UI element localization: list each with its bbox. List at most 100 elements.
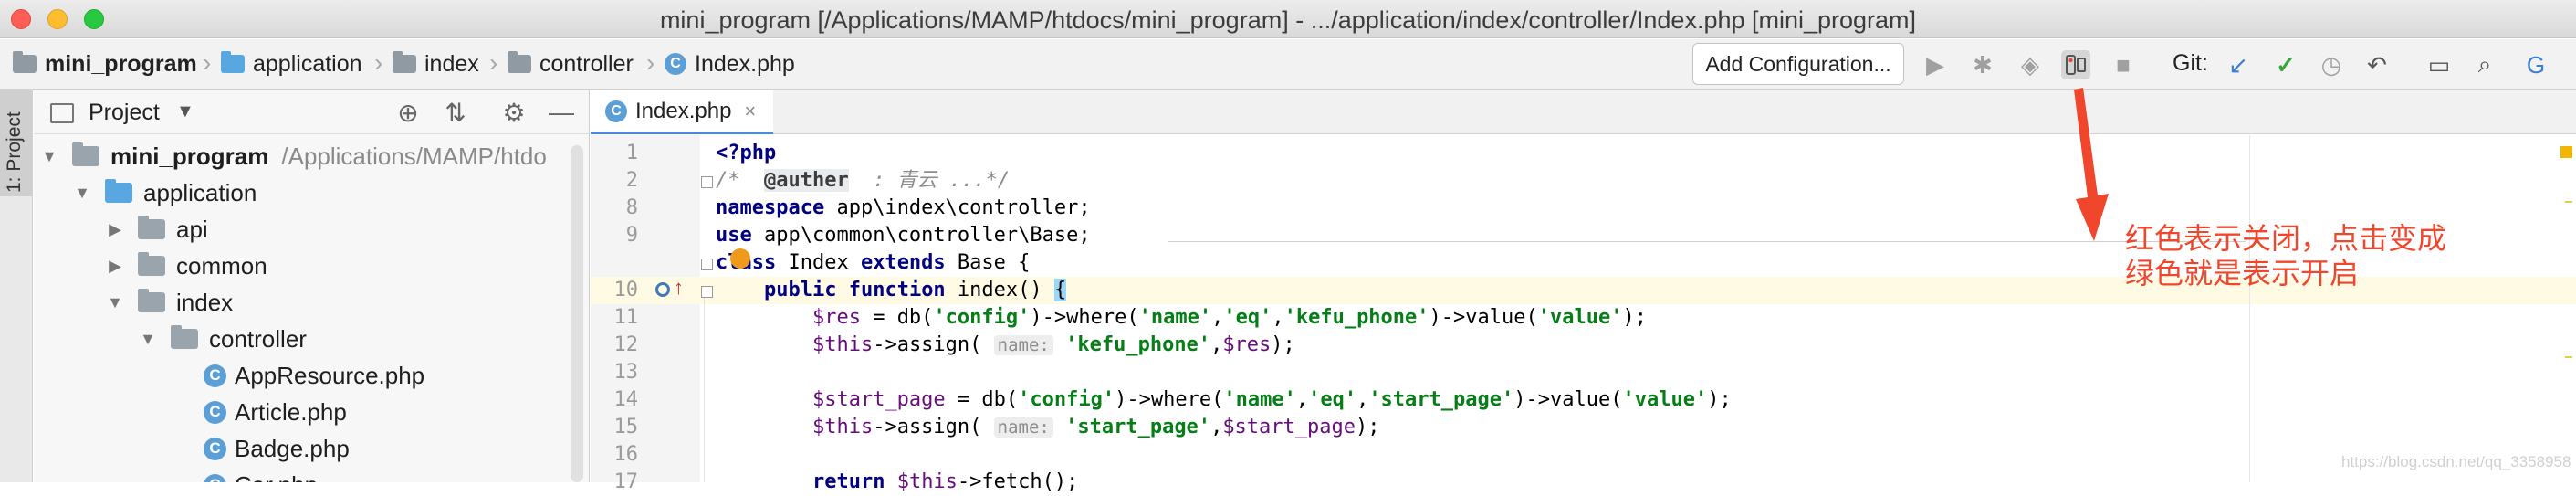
line-number: 10: [613, 279, 639, 301]
tree-item-controller[interactable]: ▼ controller: [138, 321, 307, 357]
translate-icon[interactable]: G: [2521, 50, 2550, 79]
git-history-icon[interactable]: ◷: [2317, 50, 2346, 79]
coverage-icon[interactable]: ◈: [2016, 50, 2045, 79]
debug-icon[interactable]: ✱: [1968, 50, 1997, 79]
line-number: 13: [613, 361, 639, 384]
tree-item-label: api: [176, 215, 208, 243]
project-panel-title[interactable]: Project: [89, 100, 160, 126]
line-number: 8: [625, 196, 638, 219]
fold-icon[interactable]: [701, 259, 713, 270]
warning-marker-icon[interactable]: [2560, 146, 2572, 158]
chevron-down-icon[interactable]: ▼: [72, 184, 92, 203]
chevron-right-icon: ›: [374, 48, 383, 77]
tree-item-label: index: [176, 288, 234, 316]
tree-item-label: controller: [209, 324, 307, 353]
code-line-1: <?php: [716, 142, 777, 164]
tree-item-label: common: [176, 251, 267, 280]
intention-bulb-icon[interactable]: [730, 248, 750, 269]
error-stripe-mark[interactable]: [2565, 356, 2572, 358]
breadcrumb-label: application: [253, 50, 362, 77]
git-label: Git:: [2173, 50, 2208, 76]
project-scrollbar[interactable]: [571, 145, 583, 482]
phone-debug-icon: [2066, 55, 2086, 75]
tree-item-label: application: [143, 178, 257, 206]
tree-item-label: Car.php: [235, 471, 318, 483]
navigation-bar: mini_program › application › index › con…: [0, 39, 2576, 90]
error-stripe-mark[interactable]: [2565, 201, 2572, 203]
line-number: 15: [613, 416, 639, 438]
folder-icon: [508, 51, 531, 73]
breadcrumb-label: index: [424, 50, 479, 77]
chevron-right-icon: ›: [203, 48, 212, 77]
git-update-icon[interactable]: ↙: [2224, 50, 2253, 79]
breadcrumb-controller[interactable]: controller: [508, 50, 634, 78]
code-line-2: /* @auther : 青云 ...*/: [716, 169, 1011, 192]
chevron-right-icon: ›: [489, 48, 498, 77]
breadcrumb-label: controller: [539, 50, 634, 77]
tree-item-label: AppResource.php: [235, 361, 425, 389]
line-number: 2: [625, 169, 638, 192]
folder-icon: [221, 51, 245, 73]
tree-item-api[interactable]: ▶ api: [105, 211, 208, 248]
fold-icon[interactable]: [701, 176, 713, 188]
locate-file-icon[interactable]: ⊕: [393, 98, 423, 127]
folder-icon: [138, 289, 165, 312]
breadcrumb-label: Index.php: [695, 50, 795, 77]
git-commit-icon[interactable]: ✓: [2271, 50, 2300, 79]
add-configuration-button[interactable]: Add Configuration...: [1692, 43, 1904, 85]
close-icon[interactable]: ×: [744, 100, 756, 123]
stop-icon[interactable]: ■: [2109, 50, 2138, 79]
tab-index-php[interactable]: C Index.php ×: [591, 90, 773, 134]
code-line-10: class Index extends Base {: [716, 251, 1031, 274]
line-number: 16: [613, 443, 639, 466]
chevron-down-icon[interactable]: ▼: [176, 101, 194, 122]
project-view-icon: [50, 103, 74, 123]
terminal-icon[interactable]: ▭: [2424, 50, 2454, 79]
right-margin-guide: [2249, 135, 2250, 482]
tree-item-application[interactable]: ▼ application: [72, 174, 257, 211]
listen-debug-connections-icon[interactable]: [2061, 50, 2090, 79]
chevron-down-icon[interactable]: ▼: [105, 293, 125, 312]
chevron-down-icon[interactable]: ▼: [138, 330, 158, 349]
chevron-right-icon[interactable]: ▶: [105, 220, 125, 239]
code-line-17: return $this->fetch();: [812, 470, 1079, 493]
implements-marker-icon[interactable]: [655, 282, 670, 297]
breadcrumb-application[interactable]: application: [221, 50, 362, 78]
code-line-16: $this->assign( name: 'start_page',$start…: [812, 416, 1380, 438]
annotation-line: 绿色就是表示开启: [2125, 256, 2360, 290]
php-class-icon: C: [204, 364, 226, 387]
tree-item-file[interactable]: C AppResource.php: [204, 357, 424, 394]
chevron-right-icon[interactable]: ▶: [105, 257, 125, 276]
title-bar: mini_program [/Applications/MAMP/htdocs/…: [0, 0, 2576, 38]
line-number: 17: [613, 470, 639, 493]
folder-icon: [138, 216, 165, 239]
tree-item-file[interactable]: C Badge.php: [204, 430, 350, 467]
tree-item-mini-program[interactable]: ▼ mini_program /Applications/MAMP/htdo: [39, 138, 547, 174]
project-panel: Project ▼ ⊕ ⇅ ⚙ — ▼ mini_program /Applic…: [34, 90, 590, 482]
line-number: 1: [625, 142, 638, 164]
chevron-down-icon[interactable]: ▼: [39, 147, 59, 166]
search-icon[interactable]: ⌕: [2470, 50, 2499, 79]
tree-item-file[interactable]: C Car.php: [204, 467, 318, 482]
run-icon[interactable]: ▶: [1921, 50, 1950, 79]
breadcrumb-label: mini_program: [45, 50, 197, 77]
git-revert-icon[interactable]: ↶: [2362, 50, 2392, 79]
folder-icon: [105, 179, 132, 203]
tree-item-path: /Applications/MAMP/htdo: [281, 142, 547, 170]
tree-item-common[interactable]: ▶ common: [105, 248, 267, 284]
breadcrumb-project[interactable]: mini_program: [13, 50, 197, 78]
tree-item-index[interactable]: ▼ index: [105, 284, 233, 321]
gear-icon[interactable]: ⚙: [499, 98, 529, 127]
folder-icon: [138, 252, 165, 276]
code-line-11: public function index() {: [763, 279, 1067, 301]
tree-item-file[interactable]: C Article.php: [204, 394, 347, 430]
hide-panel-icon[interactable]: —: [547, 98, 576, 127]
fold-icon[interactable]: [701, 286, 713, 298]
override-arrow-icon[interactable]: ↑: [674, 276, 684, 300]
php-class-icon: C: [204, 400, 226, 424]
project-tool-tab-label: 1: Project: [4, 111, 25, 193]
breadcrumb-file[interactable]: C Index.php: [665, 50, 795, 78]
code-line-8: namespace app\index\controller;: [716, 196, 1091, 219]
breadcrumb-index[interactable]: index: [393, 50, 479, 78]
collapse-all-icon[interactable]: ⇅: [441, 98, 470, 127]
